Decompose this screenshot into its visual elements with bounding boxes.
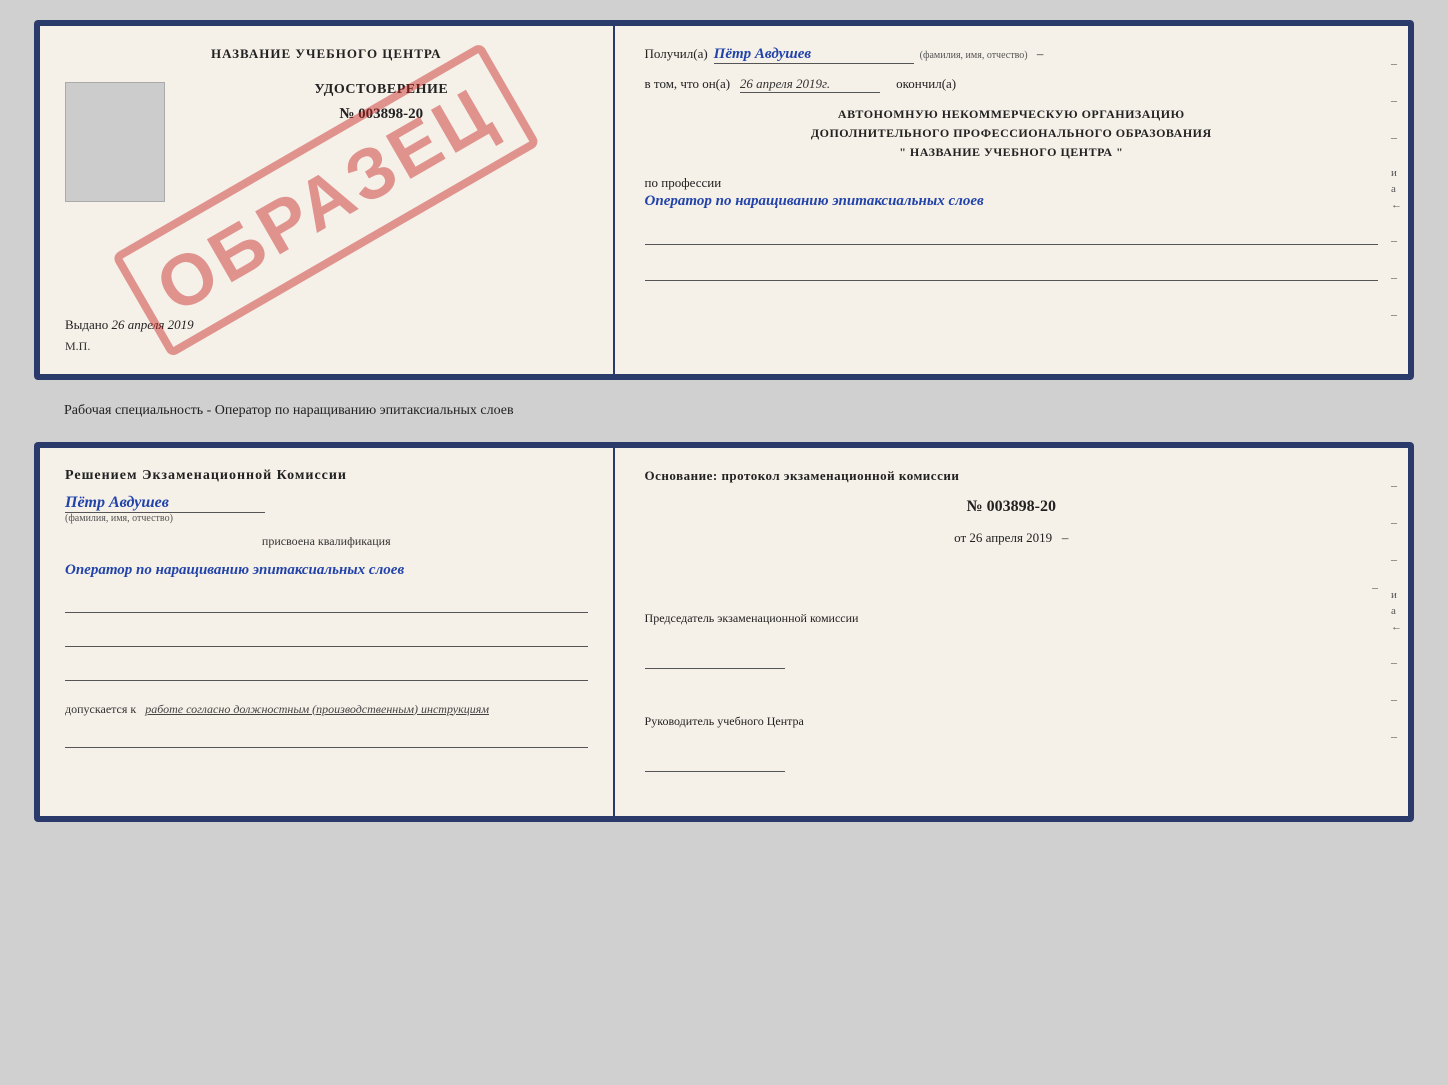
cert1-right-panel: Получил(а) Пётр Авдушев (фамилия, имя, о…	[615, 26, 1408, 374]
qual-right-dash-1: –	[645, 580, 1378, 595]
qual-director-signature	[645, 750, 785, 772]
cert1-doc-title: УДОСТОВЕРЕНИЕ	[175, 82, 588, 98]
qual-proto-date: 26 апреля 2019	[969, 530, 1052, 545]
qual-underline-3	[65, 663, 588, 681]
qual-proto-date-prefix: от	[954, 530, 966, 545]
qual-admitted-value: работе согласно должностным (производств…	[145, 702, 489, 716]
qual-person-sublabel: (фамилия, имя, отчество)	[65, 513, 588, 524]
cert1-org-line1: АВТОНОМНУЮ НЕКОММЕРЧЕСКУЮ ОРГАНИЗАЦИЮ	[645, 105, 1378, 124]
cert1-profession-prefix: по профессии	[645, 175, 1378, 191]
qual-assigned-label: присвоена квалификация	[65, 534, 588, 549]
qual-proto-date-line: от 26 апреля 2019 –	[645, 530, 1378, 546]
cert1-underline-1	[645, 227, 1378, 245]
cert1-side-letters: и а ←	[1391, 167, 1402, 211]
qual-left-panel: Решением экзаменационной комиссии Пётр А…	[40, 448, 615, 816]
certificate-card-1: НАЗВАНИЕ УЧЕБНОГО ЦЕНТРА УДОСТОВЕРЕНИЕ №…	[34, 20, 1414, 380]
qual-chairman-signature	[645, 647, 785, 669]
cert1-dash-4: –	[1391, 233, 1402, 248]
cert1-photo-placeholder	[65, 82, 165, 202]
qual-commission-title: Решением экзаменационной комиссии	[65, 468, 588, 484]
qualification-card: Решением экзаменационной комиссии Пётр А…	[34, 442, 1414, 822]
specialty-label: Рабочая специальность - Оператор по нара…	[34, 398, 1414, 424]
qual-underline-4	[65, 730, 588, 748]
cert1-org-line3: " НАЗВАНИЕ УЧЕБНОГО ЦЕНТРА "	[645, 143, 1378, 162]
cert1-underline-2	[645, 263, 1378, 281]
cert1-arrow-left: ←	[1391, 199, 1402, 211]
qual-arrow-left: ←	[1391, 621, 1402, 633]
cert1-mp: М.П.	[65, 339, 588, 354]
qual-basis-title: Основание: протокол экзаменационной коми…	[645, 468, 1378, 484]
qual-director-block: Руководитель учебного Центра	[645, 712, 1378, 779]
qual-dash-2: –	[1391, 515, 1402, 530]
cert1-issued-label: Выдано	[65, 317, 108, 332]
cert1-recipient-line: Получил(а) Пётр Авдушев (фамилия, имя, о…	[645, 46, 1378, 64]
qual-dash-1: –	[1391, 478, 1402, 493]
cert1-org-line2: ДОПОЛНИТЕЛЬНОГО ПРОФЕССИОНАЛЬНОГО ОБРАЗО…	[645, 124, 1378, 143]
qual-chairman-block: Председатель экзаменационной комиссии	[645, 609, 1378, 676]
cert1-dash: –	[1034, 46, 1044, 62]
cert1-right-side-dashes: – – – и а ← – – –	[1391, 56, 1402, 322]
cert1-dash-2: –	[1391, 93, 1402, 108]
cert1-profession-value: Оператор по наращиванию эпитаксиальных с…	[645, 191, 1378, 212]
cert1-letter-i: и	[1391, 167, 1402, 179]
cert1-date-value: 26 апреля 2019г.	[740, 76, 880, 93]
qual-letter-i: и	[1391, 589, 1402, 601]
qual-dash-3: –	[1391, 552, 1402, 567]
cert1-dash-3: –	[1391, 130, 1402, 145]
cert1-issued-line: Выдано 26 апреля 2019	[65, 307, 588, 333]
qual-person-block: Пётр Авдушев (фамилия, имя, отчество)	[65, 494, 588, 524]
qual-side-letters: и а ←	[1391, 589, 1402, 633]
qual-profession-value: Оператор по наращиванию эпитаксиальных с…	[65, 559, 588, 582]
cert1-date-line: в том, что он(а) 26 апреля 2019г. окончи…	[645, 76, 1378, 93]
cert1-dash-1: –	[1391, 56, 1402, 71]
cert1-recipient-sublabel: (фамилия, имя, отчество)	[920, 50, 1028, 61]
cert1-received-prefix: Получил(а)	[645, 46, 708, 62]
cert1-doc-number: № 003898-20	[175, 106, 588, 123]
page-wrapper: НАЗВАНИЕ УЧЕБНОГО ЦЕНТРА УДОСТОВЕРЕНИЕ №…	[20, 20, 1428, 822]
qual-letter-a: а	[1391, 605, 1402, 617]
qual-chairman-title: Председатель экзаменационной комиссии	[645, 609, 1378, 628]
cert1-finished-suffix: окончил(а)	[896, 76, 956, 91]
qual-admitted-block: допускается к работе согласно должностны…	[65, 702, 588, 717]
cert1-left-panel: НАЗВАНИЕ УЧЕБНОГО ЦЕНТРА УДОСТОВЕРЕНИЕ №…	[40, 26, 615, 374]
qual-underline-1	[65, 595, 588, 613]
qual-admitted-prefix: допускается к	[65, 702, 136, 716]
cert1-recipient-name: Пётр Авдушев	[714, 46, 914, 64]
qual-right-panel: Основание: протокол экзаменационной коми…	[615, 448, 1408, 816]
cert1-profession-block: по профессии Оператор по наращиванию эпи…	[645, 175, 1378, 212]
qual-person-name: Пётр Авдушев	[65, 494, 265, 513]
qual-dash-6: –	[1391, 729, 1402, 744]
qual-dash-5: –	[1391, 692, 1402, 707]
qual-spacer2	[645, 690, 1378, 698]
cert1-training-center-title: НАЗВАНИЕ УЧЕБНОГО ЦЕНТРА	[65, 46, 588, 62]
qual-right-side-dashes: – – – и а ← – – –	[1391, 478, 1402, 744]
qual-proto-number: № 003898-20	[645, 498, 1378, 516]
qual-spacer	[645, 560, 1378, 566]
qual-director-title: Руководитель учебного Центра	[645, 712, 1378, 731]
cert1-issued-date: 26 апреля 2019	[112, 317, 194, 332]
qual-underline-2	[65, 629, 588, 647]
cert1-letter-a: а	[1391, 183, 1402, 195]
qual-dash-4: –	[1391, 655, 1402, 670]
cert1-org-block: АВТОНОМНУЮ НЕКОММЕРЧЕСКУЮ ОРГАНИЗАЦИЮ ДО…	[645, 105, 1378, 163]
cert1-dash-5: –	[1391, 270, 1402, 285]
cert1-dash-6: –	[1391, 307, 1402, 322]
cert1-date-prefix: в том, что он(а)	[645, 76, 731, 91]
